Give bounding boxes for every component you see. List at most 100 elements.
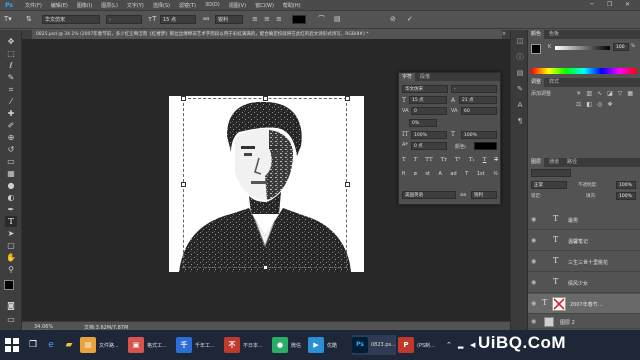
brush-panel-icon[interactable]: ✎	[515, 84, 525, 94]
underline-button[interactable]: T	[483, 157, 487, 167]
transform-handle-b[interactable]	[263, 265, 268, 270]
quick-select-tool-icon[interactable]: ✎	[5, 72, 17, 83]
color-panel-foreground[interactable]	[531, 44, 541, 54]
taskbar-item[interactable]: ● 微信	[272, 335, 301, 355]
all-caps-button[interactable]: TT	[425, 157, 432, 167]
layer-row[interactable]: ◉ T 倩风少女	[528, 273, 640, 293]
levels-icon[interactable]: ▥	[586, 90, 592, 98]
foreground-color-swatch[interactable]	[4, 280, 14, 290]
char-kerning[interactable]: 0	[411, 107, 447, 115]
menu-image[interactable]: 图像(I)	[77, 2, 92, 9]
tab-paths[interactable]: 路径	[564, 158, 580, 167]
char-leading[interactable]: 21 点	[459, 96, 497, 104]
taskbar-item-active[interactable]: Ps 0823.ps...	[352, 335, 396, 355]
font-style-select[interactable]: -	[106, 15, 142, 24]
bw-icon[interactable]: ◧	[586, 101, 592, 109]
visibility-eye-icon[interactable]: ◉	[531, 300, 536, 307]
restore-icon[interactable]: ❐	[607, 1, 612, 8]
edge-browser-icon[interactable]: e	[44, 338, 58, 352]
transform-handle-l[interactable]	[181, 182, 186, 187]
screen-mode-icon[interactable]: ▭	[5, 314, 17, 325]
marquee-tool-icon[interactable]: ⬚	[5, 48, 17, 59]
taskbar-item[interactable]: ▤ 文件路...	[80, 335, 119, 355]
zoom-tool-icon[interactable]: ⚲	[5, 264, 17, 275]
taskbar-item[interactable]: ▶ 优酷	[308, 335, 337, 355]
menu-file[interactable]: 文件(F)	[25, 2, 42, 9]
warp-text-icon[interactable]: ⌒	[318, 16, 325, 23]
blur-tool-icon[interactable]: ●	[5, 180, 17, 191]
tab-styles[interactable]: 样式	[546, 78, 562, 87]
taskbar-item[interactable]: P (PS制...	[398, 335, 435, 355]
char-antialias-select[interactable]: 锐利	[471, 191, 497, 199]
k-channel-value[interactable]: 100	[613, 43, 629, 51]
tray-chevron-icon[interactable]: ⌃	[446, 341, 452, 349]
close-tab-icon[interactable]: ×	[502, 31, 506, 37]
type-tool-preset-icon[interactable]: T▾	[4, 16, 12, 23]
healing-tool-icon[interactable]: ✚	[5, 108, 17, 119]
tab-color[interactable]: 颜色	[528, 30, 545, 39]
info-panel-icon[interactable]: ⓘ	[515, 52, 525, 62]
brightness-icon[interactable]: ☀	[576, 90, 581, 98]
commit-icon[interactable]: ✓	[407, 16, 413, 23]
char-panel-toggle-icon[interactable]: ▤	[334, 16, 341, 23]
fractions-button[interactable]: ½	[493, 171, 498, 181]
taskbar-item[interactable]: ▣ 格式工...	[128, 335, 167, 355]
network-icon[interactable]: ▂	[458, 341, 463, 349]
type-tool-icon[interactable]: T	[5, 216, 17, 227]
small-caps-button[interactable]: Tr	[441, 157, 447, 167]
quick-mask-icon[interactable]: ◙	[5, 300, 17, 311]
layer-row[interactable]: ◉ T 最男	[528, 210, 640, 230]
strikethrough-button[interactable]: T	[494, 157, 498, 167]
volume-icon[interactable]: ◀	[470, 341, 475, 349]
transform-handle-tr[interactable]	[345, 96, 350, 101]
document-tab[interactable]: 0825.psd @ 34.1% (2007年春节前，多少红尘晦涩而《红楼梦》那…	[32, 30, 502, 39]
char-font-family[interactable]: 华文仿宋	[402, 85, 448, 93]
font-family-select[interactable]: 华文仿宋	[42, 15, 100, 24]
color-spectrum-ramp[interactable]	[531, 68, 637, 74]
dodge-tool-icon[interactable]: ◐	[5, 192, 17, 203]
menu-help[interactable]: 帮助(H)	[283, 2, 301, 9]
menu-view[interactable]: 视图(V)	[229, 2, 246, 9]
move-tool-icon[interactable]: ✥	[5, 36, 17, 47]
menu-window[interactable]: 窗口(W)	[255, 2, 274, 9]
visibility-eye-icon[interactable]: ◉	[531, 279, 536, 286]
pen-tool-icon[interactable]: ✒	[5, 204, 17, 215]
clone-tool-icon[interactable]: ⊕	[5, 132, 17, 143]
subscript-button[interactable]: T₁	[469, 157, 475, 167]
eyedropper-tool-icon[interactable]: ⁄	[5, 96, 17, 107]
char-scale[interactable]: 0%	[409, 119, 437, 127]
shape-tool-icon[interactable]: ▢	[5, 240, 17, 251]
faux-bold-button[interactable]: T	[402, 157, 406, 167]
char-vertical-scale[interactable]: 100%	[411, 131, 447, 139]
char-font-style[interactable]: -	[451, 85, 497, 93]
transform-handle-r[interactable]	[345, 182, 350, 187]
char-font-size[interactable]: 15 点	[409, 96, 447, 104]
tab-paragraph[interactable]: 段落	[417, 73, 433, 81]
text-orientation-icon[interactable]: ⇅	[26, 16, 32, 23]
character-panel-icon[interactable]: A	[515, 100, 525, 110]
layer-mask-thumbnail[interactable]	[552, 297, 566, 311]
close-icon[interactable]: ✕	[625, 1, 630, 8]
history-panel-icon[interactable]: ◫	[515, 36, 525, 46]
faux-italic-button[interactable]: T	[414, 157, 418, 167]
photo-filter-icon[interactable]: ◎	[597, 101, 602, 109]
file-explorer-icon[interactable]: ▰	[62, 338, 76, 352]
menu-edit[interactable]: 编辑(E)	[51, 2, 68, 9]
layer-row-selected[interactable]: ◉ T 2007年春节...	[528, 294, 640, 314]
transform-handle-t[interactable]	[263, 96, 268, 101]
crop-tool-icon[interactable]: ⌗	[5, 84, 17, 95]
color-balance-icon[interactable]: ⚖	[576, 101, 581, 109]
lasso-tool-icon[interactable]: ℓ	[5, 60, 17, 71]
tab-swatches[interactable]: 色板	[546, 30, 562, 39]
char-language-select[interactable]: 美国英语	[402, 191, 456, 199]
antialias-select[interactable]: 锐利	[215, 15, 243, 24]
titling-alt-button[interactable]: T	[465, 171, 468, 181]
tab-adjustments[interactable]: 调整	[528, 78, 545, 87]
char-tracking[interactable]: 60	[461, 107, 497, 115]
minimize-icon[interactable]: ─	[590, 1, 594, 8]
align-left-icon[interactable]: ≡	[252, 16, 258, 23]
fill-value[interactable]: 100%	[616, 192, 636, 200]
blend-mode-select[interactable]: 正常	[531, 181, 567, 189]
menu-select[interactable]: 选择(S)	[153, 2, 170, 9]
visibility-eye-icon[interactable]: ◉	[531, 216, 536, 223]
